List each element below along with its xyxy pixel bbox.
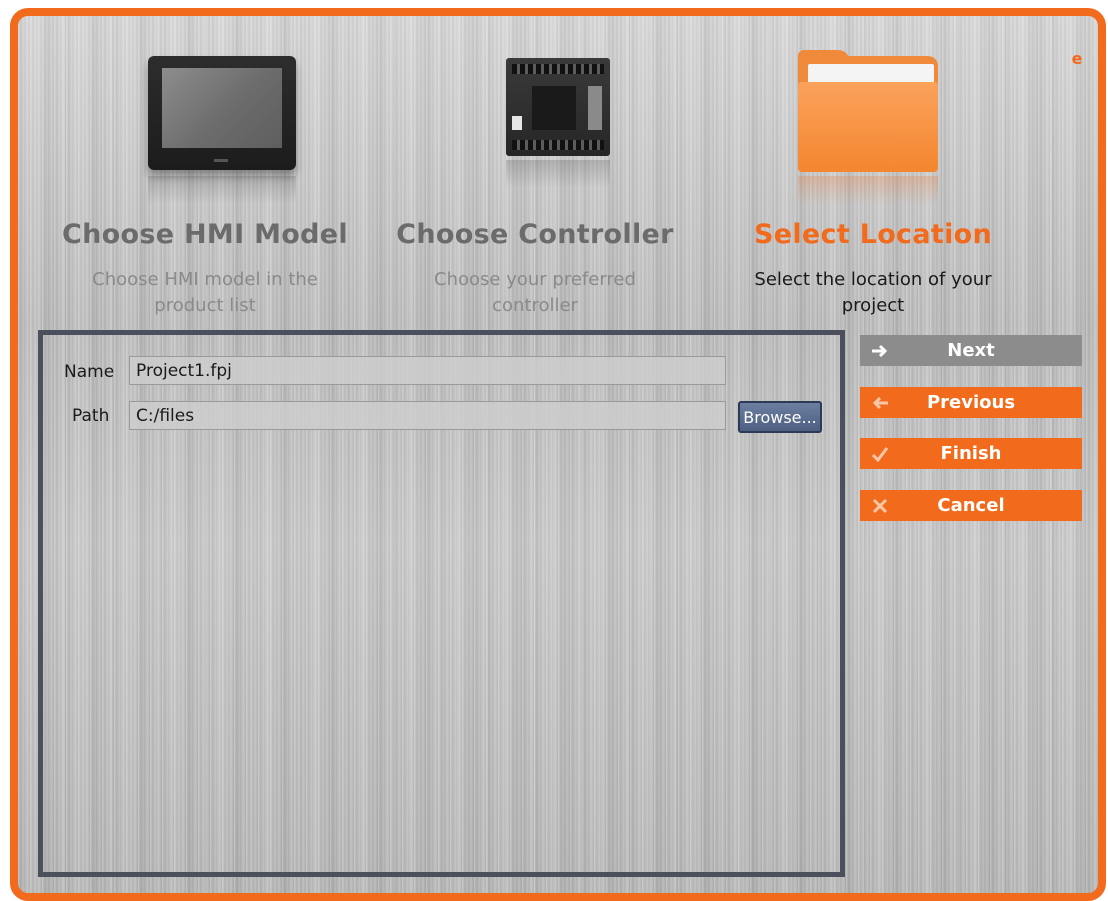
project-path-input[interactable] bbox=[129, 401, 726, 430]
step-choose-hmi-model: Choose HMI Model Choose HMI model in the… bbox=[40, 16, 370, 316]
plc-controller-icon bbox=[506, 58, 610, 156]
cancel-label: Cancel bbox=[937, 495, 1005, 516]
folder-reflection bbox=[798, 176, 938, 204]
step-title-hmi: Choose HMI Model bbox=[62, 219, 348, 250]
plc-controller-image bbox=[370, 16, 700, 216]
step-desc-controller: Choose your preferred controller bbox=[434, 269, 636, 316]
hmi-device-image bbox=[40, 16, 370, 216]
project-name-input[interactable] bbox=[129, 356, 726, 385]
step-desc-location: Select the location of your project bbox=[754, 269, 992, 316]
previous-button[interactable]: Previous bbox=[860, 387, 1082, 418]
cancel-button[interactable]: Cancel bbox=[860, 490, 1082, 521]
browse-button[interactable]: Browse... bbox=[738, 401, 822, 433]
step-title-controller: Choose Controller bbox=[396, 219, 674, 250]
finish-label: Finish bbox=[940, 443, 1002, 464]
name-label: Name bbox=[64, 362, 115, 382]
help-icon[interactable]: e bbox=[1068, 49, 1086, 68]
next-button[interactable]: Next bbox=[860, 335, 1082, 366]
step-choose-controller: Choose Controller Choose your preferred … bbox=[370, 16, 700, 316]
step-title-location: Select Location bbox=[753, 219, 993, 250]
path-label: Path bbox=[72, 406, 110, 426]
step-select-location: Select Location Select the location of y… bbox=[708, 16, 1038, 316]
step-desc-hmi: Choose HMI model in the product list bbox=[92, 269, 318, 316]
location-form-panel: Name Path Browse... bbox=[38, 330, 845, 877]
previous-label: Previous bbox=[926, 392, 1016, 413]
hmi-device-icon bbox=[148, 56, 296, 170]
finish-button[interactable]: Finish bbox=[860, 438, 1082, 469]
new-project-wizard-window: e Choose HMI Model Choose HMI model in t… bbox=[10, 8, 1106, 901]
controller-reflection bbox=[506, 160, 610, 188]
hmi-reflection bbox=[148, 176, 296, 204]
next-label: Next bbox=[947, 340, 995, 361]
folder-image bbox=[708, 16, 1038, 216]
